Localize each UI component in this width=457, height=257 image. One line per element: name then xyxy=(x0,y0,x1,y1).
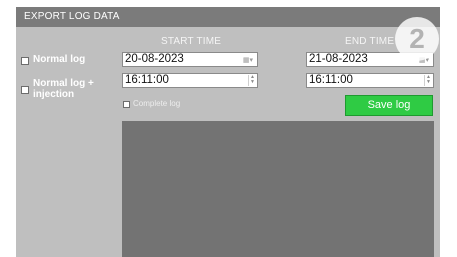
complete-log-label[interactable]: Complete log xyxy=(133,99,180,108)
spinner-icon[interactable]: ▲ ▼ xyxy=(424,75,432,86)
end-time-value: 16:11:00 xyxy=(309,74,353,86)
normal-log-label[interactable]: Normal log xyxy=(33,54,85,65)
log-preview-area xyxy=(122,121,434,257)
start-time-header: START TIME xyxy=(161,36,222,47)
normal-log-injection-checkbox[interactable] xyxy=(21,86,29,94)
end-time-header: END TIME xyxy=(345,36,395,47)
start-time-field[interactable]: 16:11:00 ▲ ▼ xyxy=(122,73,258,88)
export-log-panel: EXPORT LOG DATA START TIME END TIME Norm… xyxy=(16,7,440,257)
step-badge: 2 xyxy=(395,17,439,61)
start-date-value: 20-08-2023 xyxy=(125,53,184,65)
end-date-value: 21-08-2023 xyxy=(309,53,368,65)
normal-log-checkbox[interactable] xyxy=(21,57,29,65)
normal-log-injection-label-line2: injection xyxy=(33,89,75,100)
spinner-icon[interactable]: ▲ ▼ xyxy=(248,75,256,86)
complete-log-checkbox[interactable] xyxy=(123,101,130,108)
normal-log-injection-label-line1: Normal log + xyxy=(33,78,94,89)
end-time-field[interactable]: 16:11:00 ▲ ▼ xyxy=(306,73,434,88)
start-time-value: 16:11:00 xyxy=(125,74,169,86)
calendar-icon[interactable]: ▦▾ xyxy=(243,57,253,64)
window-title: EXPORT LOG DATA xyxy=(16,7,440,27)
save-log-button[interactable]: Save log xyxy=(345,95,433,116)
normal-log-injection-label[interactable]: Normal log + injection xyxy=(33,78,94,100)
start-date-field[interactable]: 20-08-2023 ▦▾ xyxy=(122,52,258,67)
